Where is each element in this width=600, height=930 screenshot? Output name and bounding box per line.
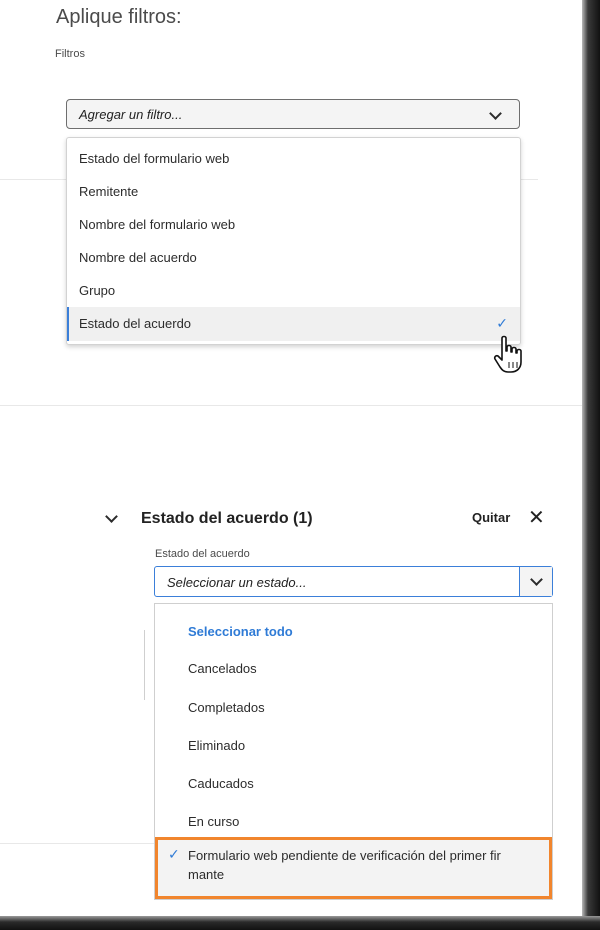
divider-middle — [0, 405, 582, 406]
state-select-combobox[interactable]: Seleccionar un estado... — [154, 566, 553, 597]
page-shadow-right — [582, 0, 600, 930]
hand-cursor-icon — [493, 335, 522, 373]
filter-option-label: Estado del formulario web — [79, 151, 230, 166]
filter-option-sender[interactable]: Remitente — [67, 175, 520, 209]
chevron-down-icon — [489, 107, 502, 120]
filter-option-label: Estado del acuerdo — [79, 316, 192, 331]
state-option-in-progress[interactable]: En curso — [155, 814, 552, 838]
filter-option-label: Grupo — [79, 283, 116, 298]
state-option-label: Completados — [188, 700, 265, 715]
state-option-label: Caducados — [188, 776, 254, 791]
filter-option-label: Remitente — [79, 184, 139, 199]
state-select-toggle-button[interactable] — [519, 567, 552, 596]
state-option-deleted[interactable]: Eliminado — [155, 738, 552, 762]
state-option-web-form-pending-verification[interactable]: ✓ Formulario web pendiente de verificaci… — [155, 837, 552, 899]
checkmark-icon: ✓ — [496, 315, 508, 331]
page-shadow-bottom — [0, 916, 600, 930]
filter-option-agreement-state[interactable]: Estado del acuerdo ✓ — [67, 307, 520, 341]
remove-filter-button[interactable]: Quitar — [472, 510, 510, 525]
state-option-completed[interactable]: Completados — [155, 700, 552, 724]
filter-options-menu: Estado del formulario web Remitente Nomb… — [66, 137, 521, 345]
page-sheet: Aplique filtros: Filtros Agregar un filt… — [0, 0, 582, 916]
filter-option-agreement-name[interactable]: Nombre del acuerdo — [67, 241, 520, 275]
state-option-label: Cancelados — [188, 661, 257, 676]
add-filter-dropdown[interactable]: Agregar un filtro... — [66, 99, 520, 129]
state-option-label: En curso — [188, 814, 240, 829]
filter-option-web-form-name[interactable]: Nombre del formulario web — [67, 208, 520, 242]
filter-option-label: Nombre del formulario web — [79, 217, 236, 232]
select-all-option[interactable]: Seleccionar todo — [155, 624, 552, 648]
section-title: Estado del acuerdo (1) — [141, 510, 313, 527]
state-option-label: Formulario web pendiente de verificación… — [188, 848, 501, 882]
state-options-menu: Seleccionar todo Cancelados Completados … — [154, 603, 553, 900]
state-option-label: Eliminado — [188, 738, 246, 753]
page-title: Aplique filtros: — [56, 6, 182, 28]
close-icon[interactable]: ✕ — [528, 506, 545, 530]
state-option-cancelled[interactable]: Cancelados — [155, 661, 552, 685]
state-select-placeholder: Seleccionar un estado... — [167, 575, 307, 590]
filters-label: Filtros — [55, 48, 85, 60]
checkmark-icon: ✓ — [168, 846, 180, 862]
add-filter-placeholder: Agregar un filtro... — [79, 107, 183, 122]
state-option-expired[interactable]: Caducados — [155, 776, 552, 800]
filter-option-web-form-state[interactable]: Estado del formulario web — [67, 142, 520, 176]
state-field-label: Estado del acuerdo — [155, 548, 250, 560]
divider-bottom — [0, 843, 154, 844]
chevron-down-icon — [530, 573, 543, 586]
filter-option-group[interactable]: Grupo — [67, 274, 520, 308]
filter-option-label: Nombre del acuerdo — [79, 250, 197, 265]
collapse-section-chevron-icon[interactable] — [105, 510, 118, 523]
select-all-label: Seleccionar todo — [188, 624, 293, 639]
